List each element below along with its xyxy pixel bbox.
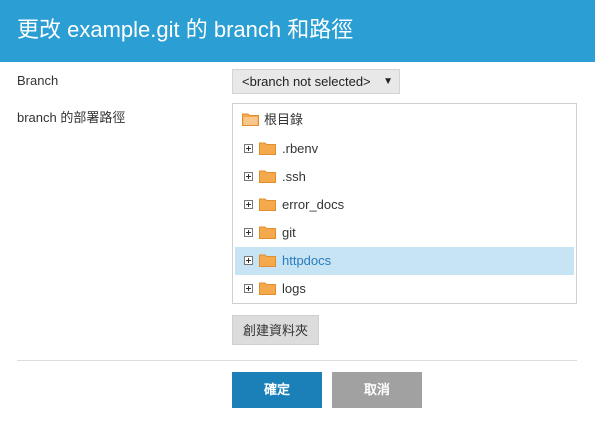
tree-item-label: httpdocs: [282, 253, 332, 268]
branch-label: Branch: [17, 73, 59, 88]
tree-item-label: git: [282, 225, 296, 240]
footer-divider: [17, 360, 577, 361]
expand-icon[interactable]: [244, 172, 253, 181]
tree-root-label: 根目錄: [264, 112, 304, 127]
dialog-titlebar: 更改 example.git 的 branch 和路徑: [0, 0, 595, 62]
tree-item[interactable]: logs: [235, 275, 574, 303]
tree-item-selected[interactable]: httpdocs: [235, 247, 574, 275]
expand-icon[interactable]: [244, 256, 253, 265]
expand-icon[interactable]: [244, 228, 253, 237]
change-branch-dialog: 更改 example.git 的 branch 和路徑 Branch <bran…: [0, 0, 595, 425]
deploy-path-label: branch 的部署路徑: [17, 110, 126, 125]
tree-item-label: .rbenv: [282, 141, 319, 156]
tree-item[interactable]: error_docs: [235, 191, 574, 219]
branch-select[interactable]: <branch not selected> ▼: [232, 69, 400, 94]
tree-item-label: logs: [282, 281, 306, 296]
tree-item-label: .ssh: [282, 169, 306, 184]
dialog-title: 更改 example.git 的 branch 和路徑: [17, 17, 354, 42]
tree-root-item[interactable]: 根目錄: [235, 106, 574, 134]
branch-select-value: <branch not selected>: [242, 74, 371, 89]
tree-item-label: error_docs: [282, 197, 345, 212]
expand-icon[interactable]: [244, 200, 253, 209]
cancel-button[interactable]: 取消: [332, 372, 422, 408]
folder-icon: [259, 253, 276, 267]
tree-item[interactable]: .rbenv: [235, 135, 574, 163]
ok-button[interactable]: 確定: [232, 372, 322, 408]
expand-icon[interactable]: [244, 144, 253, 153]
folder-icon: [242, 112, 259, 126]
dropdown-arrow-icon: ▼: [383, 76, 393, 87]
tree-item[interactable]: .ssh: [235, 163, 574, 191]
folder-icon: [259, 281, 276, 295]
folder-icon: [259, 141, 276, 155]
folder-icon: [259, 225, 276, 239]
tree-item[interactable]: git: [235, 219, 574, 247]
folder-icon: [259, 197, 276, 211]
create-folder-button[interactable]: 創建資料夾: [232, 315, 319, 345]
directory-tree: 根目錄 .rbenv .ssh error_docs git httpdocs: [232, 103, 577, 304]
expand-icon[interactable]: [244, 284, 253, 293]
folder-icon: [259, 169, 276, 183]
